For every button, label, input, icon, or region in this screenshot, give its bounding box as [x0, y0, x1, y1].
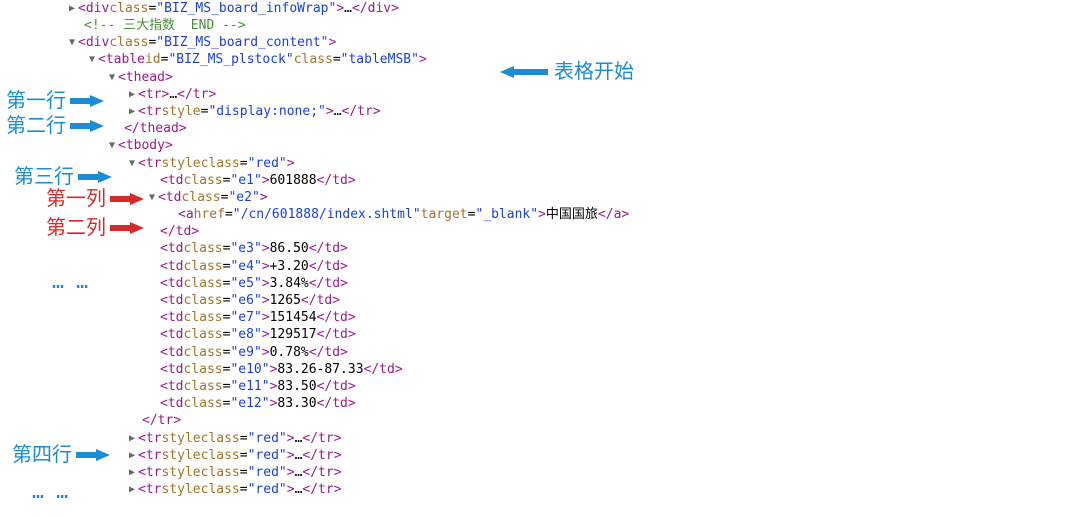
tag-tr: tr	[146, 86, 162, 104]
code-line[interactable]: ▼<tbody>	[0, 138, 629, 155]
code-line[interactable]: ▶<div class="BIZ_MS_board_infoWrap">…</d…	[0, 0, 629, 17]
td-value: 83.30	[277, 395, 316, 413]
arrow-right-icon	[110, 191, 144, 207]
code-line[interactable]: <td class="e10">83.26-87.33</td>	[0, 361, 629, 378]
collapse-arrow-right-icon[interactable]: ▶	[126, 105, 138, 119]
tag-tbody: tbody	[126, 137, 165, 155]
annotation-col1: 第一列	[46, 185, 144, 212]
code-line[interactable]: </tr>	[0, 413, 629, 430]
code-line[interactable]: ▶<tr style class="red">…</tr>	[0, 481, 629, 498]
collapse-arrow-right-icon[interactable]: ▶	[126, 449, 138, 463]
annotation-row2: 第二行	[6, 112, 104, 139]
collapse-arrow-down-icon[interactable]: ▼	[126, 157, 138, 171]
collapse-arrow-down-icon[interactable]: ▼	[106, 139, 118, 153]
collapse-arrow-right-icon[interactable]: ▶	[126, 483, 138, 497]
arrow-right-icon	[70, 93, 104, 109]
td-value: 601888	[270, 172, 317, 190]
arrow-left-icon	[500, 64, 548, 80]
code-line[interactable]: <td class="e12">83.30</td>	[0, 395, 629, 412]
annotation-table-start: 表格开始	[500, 58, 634, 85]
code-line[interactable]: <td class="e5">3.84%</td>	[0, 275, 629, 292]
annotation-dots2: … …	[32, 478, 68, 505]
attr-value-text: red	[255, 482, 278, 497]
td-class: e3	[238, 241, 254, 256]
collapse-arrow-down-icon[interactable]: ▼	[66, 36, 78, 50]
code-line[interactable]: <td class="e8">129517</td>	[0, 327, 629, 344]
code-line[interactable]: <td class="e11">83.50</td>	[0, 378, 629, 395]
attr-value-text: red	[255, 448, 278, 463]
code-line[interactable]: <td class="e4">+3.20</td>	[0, 258, 629, 275]
td-value: 0.78%	[270, 344, 309, 362]
href-value: /cn/601888/index.shtml	[241, 207, 413, 222]
collapse-arrow-down-icon[interactable]: ▼	[86, 53, 98, 67]
annotation-text: 第一行	[6, 87, 66, 114]
annotation-row4: 第四行	[12, 441, 110, 468]
code-line[interactable]: <td class="e6">1265</td>	[0, 292, 629, 309]
td-class: e11	[238, 379, 261, 394]
annotation-text: 表格开始	[554, 58, 634, 85]
attr-value-text: red	[255, 465, 278, 480]
code-line[interactable]: ▼<div class="BIZ_MS_board_content">	[0, 34, 629, 51]
collapse-arrow-down-icon[interactable]: ▼	[146, 191, 158, 205]
td-value: 3.84%	[270, 275, 309, 293]
td-value: 86.50	[270, 240, 309, 258]
attr-class: class	[201, 155, 240, 173]
td-value: 83.26-87.33	[277, 361, 363, 379]
annotation-text: 第二行	[6, 112, 66, 139]
attr-value-text: BIZ_MS_board_infoWrap	[164, 1, 328, 16]
attr-style: style	[161, 155, 200, 173]
td-class: e2	[236, 190, 252, 205]
code-line[interactable]: <td class="e3">86.50</td>	[0, 241, 629, 258]
arrow-right-icon	[76, 447, 110, 463]
annotation-text: 第一列	[46, 185, 106, 212]
collapse-arrow-right-icon[interactable]: ▶	[126, 466, 138, 480]
td-class: e8	[238, 327, 254, 342]
annotation-dots1: … …	[52, 268, 88, 295]
attr-value-text: tableMSB	[348, 52, 411, 67]
arrow-right-icon	[78, 169, 112, 185]
td-class: e6	[238, 293, 254, 308]
td-class: e9	[238, 345, 254, 360]
attr-value-text: red	[255, 431, 278, 446]
td-value: 1265	[270, 292, 301, 310]
td-class: e5	[238, 276, 254, 291]
td-value: +3.20	[270, 258, 309, 276]
link-text: 中国国旅	[546, 206, 598, 224]
td-class: e10	[238, 362, 261, 377]
code-line[interactable]: <td class="e9">0.78%</td>	[0, 344, 629, 361]
attr-value-text: red	[255, 156, 278, 171]
attr-value-text: BIZ_MS_board_content	[164, 35, 321, 50]
td-value: 151454	[270, 309, 317, 327]
attr-value-text: BIZ_MS_plstock	[176, 52, 286, 67]
collapse-arrow-down-icon[interactable]: ▼	[106, 71, 118, 85]
collapse-arrow-right-icon[interactable]: ▶	[126, 88, 138, 102]
collapse-arrow-right-icon[interactable]: ▶	[126, 432, 138, 446]
annotation-text: … …	[32, 478, 68, 505]
annotation-text: 第四行	[12, 441, 72, 468]
comment-text: 三大指数 END	[115, 18, 222, 33]
td-class: e7	[238, 310, 254, 325]
code-line[interactable]: <!-- 三大指数 END -->	[0, 17, 629, 34]
td-class: e4	[238, 259, 254, 274]
td-value: 83.50	[277, 378, 316, 396]
tag-thead: thead	[126, 69, 165, 87]
td-value: 129517	[270, 326, 317, 344]
arrow-right-icon	[110, 220, 144, 236]
annotation-text: 第二列	[46, 214, 106, 241]
attr-value-text: display:none;	[216, 104, 318, 119]
target-value: _blank	[483, 207, 530, 222]
code-line[interactable]: <td class="e7">151454</td>	[0, 309, 629, 326]
arrow-right-icon	[70, 118, 104, 134]
annotation-text: … …	[52, 268, 88, 295]
annotation-row1: 第一行	[6, 87, 104, 114]
td-class: e12	[238, 396, 261, 411]
td-class: e1	[238, 173, 254, 188]
annotation-col2: 第二列	[46, 214, 144, 241]
collapse-arrow-right-icon[interactable]: ▶	[66, 2, 78, 16]
